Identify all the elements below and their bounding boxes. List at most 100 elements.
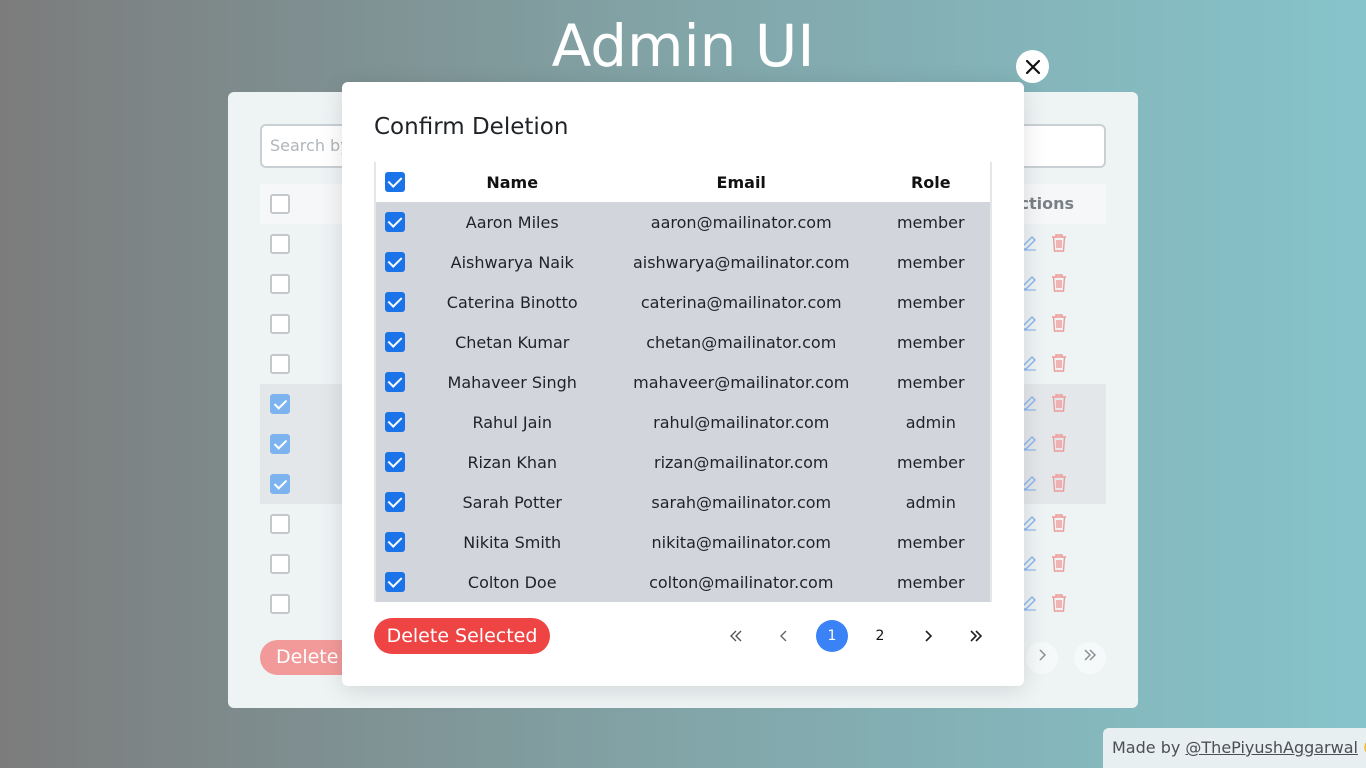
next-page-button-bg[interactable] (1026, 642, 1058, 674)
user-role: member (896, 532, 965, 552)
author-link[interactable]: @ThePiyushAggarwal (1185, 738, 1358, 757)
user-role: member (896, 332, 965, 352)
user-email: sarah@mailinator.com (651, 492, 832, 512)
row-checkbox[interactable] (270, 554, 290, 574)
row-checkbox[interactable] (270, 314, 290, 334)
user-role: admin (905, 412, 956, 432)
table-row: Nikita Smith nikita@mailinator.com member (376, 522, 990, 562)
table-row: Chetan Kumar chetan@mailinator.com member (376, 322, 990, 362)
trash-icon[interactable] (1050, 393, 1068, 413)
credit-footer: Made by @ThePiyushAggarwal 🙂 (1103, 728, 1366, 768)
column-header-email: Email (716, 172, 766, 192)
user-name: Sarah Potter (462, 492, 562, 512)
user-email: caterina@mailinator.com (640, 292, 842, 312)
user-name: Chetan Kumar (455, 332, 570, 352)
user-name: Nikita Smith (463, 532, 562, 552)
user-role: member (896, 212, 965, 232)
trash-icon[interactable] (1050, 553, 1068, 573)
user-role: member (896, 452, 965, 472)
row-checkbox[interactable] (270, 594, 290, 614)
column-header-role: Role (910, 172, 951, 192)
last-page-button-bg[interactable] (1074, 642, 1106, 674)
table-row: Mahaveer Singh mahaveer@mailinator.com mem… (376, 362, 990, 402)
user-role: member (896, 292, 965, 312)
user-role: member (896, 252, 965, 272)
trash-icon[interactable] (1050, 593, 1068, 613)
page-title: Admin UI (551, 12, 815, 80)
row-checkbox[interactable] (270, 474, 290, 494)
table-header-row: Name Email Role (376, 162, 990, 202)
row-checkbox[interactable] (270, 514, 290, 534)
page-button-2[interactable]: 2 (864, 620, 896, 652)
user-name: Rizan Khan (467, 452, 558, 472)
double-chevron-right-icon (1084, 649, 1097, 661)
user-email: chetan@mailinator.com (646, 332, 837, 352)
chevron-right-icon (1039, 649, 1047, 661)
page-button-1[interactable]: 1 (816, 620, 848, 652)
confirm-deletion-modal: Confirm Deletion Name Email Role Aaron M… (342, 82, 1024, 686)
selected-users-table: Name Email Role Aaron Miles aaron@mailina… (374, 162, 992, 602)
trash-icon[interactable] (1050, 433, 1068, 453)
double-chevron-left-icon (730, 630, 742, 642)
user-email: colton@mailinator.com (649, 572, 834, 592)
user-name: Aishwarya Naik (450, 252, 574, 272)
row-checkbox[interactable] (384, 492, 405, 512)
table-row: Caterina Binotto caterina@mailinator.com m… (376, 282, 990, 322)
row-checkbox[interactable] (270, 394, 290, 414)
double-chevron-right-icon (970, 630, 983, 642)
chevron-left-icon (780, 630, 787, 642)
delete-selected-button[interactable]: Delete Selected (374, 618, 550, 654)
modal-title: Confirm Deletion (374, 114, 569, 140)
row-checkbox[interactable] (384, 252, 405, 272)
trash-icon[interactable] (1050, 313, 1068, 333)
user-role: member (896, 572, 965, 592)
user-name: Mahaveer Singh (447, 372, 577, 392)
first-page-button[interactable] (720, 620, 752, 652)
row-checkbox[interactable] (384, 332, 405, 352)
row-checkbox[interactable] (384, 452, 405, 472)
row-checkbox[interactable] (270, 234, 290, 254)
row-checkbox[interactable] (384, 412, 405, 432)
user-role: member (896, 372, 965, 392)
row-checkbox[interactable] (384, 572, 405, 592)
row-checkbox[interactable] (270, 274, 290, 294)
table-row: Aaron Miles aaron@mailinator.com member (376, 202, 990, 242)
user-email: rizan@mailinator.com (654, 452, 829, 472)
user-role: admin (905, 492, 956, 512)
trash-icon[interactable] (1050, 353, 1068, 373)
user-email: aishwarya@mailinator.com (632, 252, 850, 272)
trash-icon[interactable] (1050, 513, 1068, 533)
close-modal-button[interactable] (1016, 50, 1049, 83)
row-checkbox[interactable] (384, 532, 405, 552)
previous-page-button[interactable] (768, 620, 800, 652)
user-email: rahul@mailinator.com (653, 412, 830, 432)
table-row: Rizan Khan rizan@mailinator.com member (376, 442, 990, 482)
row-checkbox[interactable] (384, 212, 405, 232)
row-checkbox[interactable] (270, 434, 290, 454)
table-row: Rahul Jain rahul@mailinator.com admin (376, 402, 990, 442)
select-all-checkbox[interactable] (384, 172, 405, 192)
next-page-button[interactable] (912, 620, 944, 652)
row-checkbox[interactable] (384, 292, 405, 312)
user-name: Rahul Jain (472, 412, 552, 432)
chevron-right-icon (925, 630, 933, 642)
select-all-checkbox[interactable] (270, 194, 290, 214)
credit-prefix: Made by (1112, 738, 1186, 757)
close-icon (1025, 59, 1040, 74)
last-page-button[interactable] (960, 620, 992, 652)
user-name: Caterina Binotto (446, 292, 578, 312)
trash-icon[interactable] (1050, 233, 1068, 253)
trash-icon[interactable] (1050, 273, 1068, 293)
table-row: Colton Doe colton@mailinator.com member (376, 562, 990, 602)
column-header-name: Name (486, 172, 539, 192)
user-email: aaron@mailinator.com (650, 212, 832, 232)
table-row: Aishwarya Naik aishwarya@mailinator.com me… (376, 242, 990, 282)
row-checkbox[interactable] (270, 354, 290, 374)
trash-icon[interactable] (1050, 473, 1068, 493)
user-name: Aaron Miles (465, 212, 559, 232)
user-email: nikita@mailinator.com (651, 532, 831, 552)
user-name: Colton Doe (467, 572, 557, 592)
table-row: Sarah Potter sarah@mailinator.com admin (376, 482, 990, 522)
user-email: mahaveer@mailinator.com (633, 372, 850, 392)
row-checkbox[interactable] (384, 372, 405, 392)
